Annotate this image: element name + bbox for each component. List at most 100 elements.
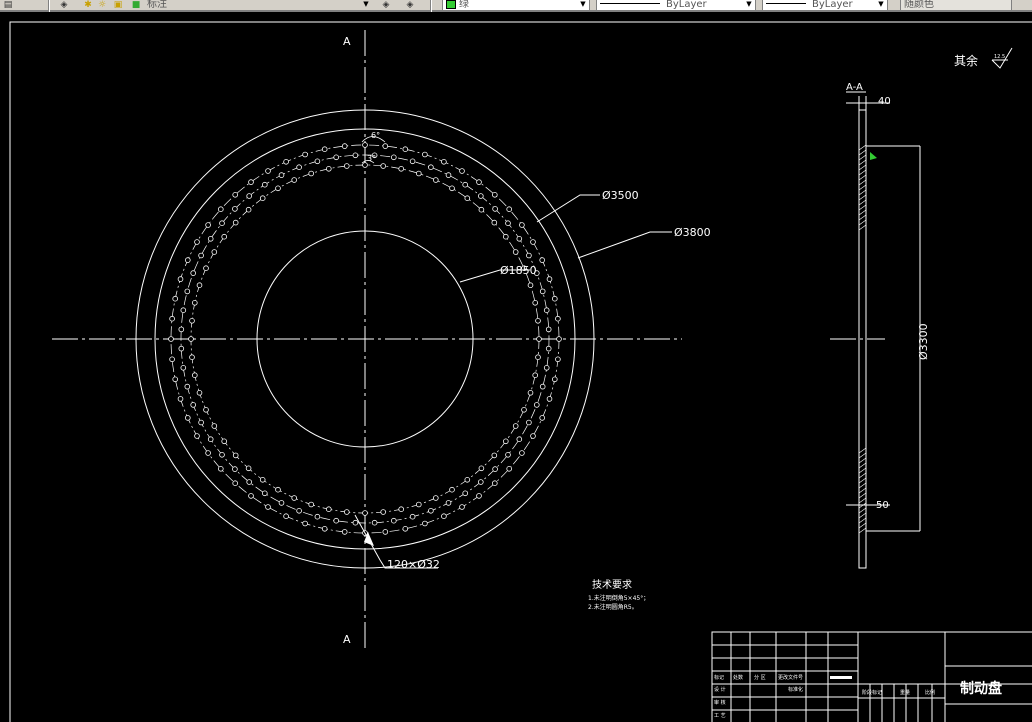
bolt-hole xyxy=(168,336,174,342)
lock-icon[interactable]: ▣ xyxy=(112,0,124,10)
plotstyle-value: 随颜色 xyxy=(904,0,934,10)
bolt-hole xyxy=(198,252,204,259)
bolt-hole xyxy=(172,295,179,302)
bolt-hole xyxy=(409,513,416,520)
dim-d1850: Ø1850 xyxy=(500,264,537,277)
bolt-hole xyxy=(198,419,204,426)
bolt-hole xyxy=(196,282,203,289)
layer-name: 标注 xyxy=(147,0,167,10)
color-name: 绿 xyxy=(459,0,469,10)
bolt-hole xyxy=(221,233,228,240)
bolt-hole xyxy=(283,159,289,165)
bolt-hole xyxy=(539,383,546,390)
bolt-hole xyxy=(441,159,447,165)
bolt-hole xyxy=(325,506,332,513)
bolt-hole xyxy=(308,170,315,177)
make-current-layer-icon[interactable]: ◈ xyxy=(380,0,392,10)
toolbar-separator xyxy=(48,0,50,12)
bolt-hole xyxy=(352,152,359,159)
bolt-hole xyxy=(428,507,434,514)
tb-label: 更改文件号 xyxy=(778,674,803,681)
bolt-hole xyxy=(526,252,532,259)
bolt-hole xyxy=(218,465,224,472)
bolt-hole xyxy=(415,501,422,508)
bolt-hole xyxy=(232,206,238,212)
bolt-hole xyxy=(432,495,439,501)
bolt-hole xyxy=(530,433,536,439)
lineweight-value: ByLayer xyxy=(812,0,853,10)
bolt-hole xyxy=(308,501,315,508)
bulb-icon[interactable]: ✱ xyxy=(82,0,94,10)
bolt-hole xyxy=(278,500,285,506)
bolt-hole xyxy=(505,220,511,227)
bolt-hole xyxy=(259,476,266,483)
sun-icon[interactable]: ☼ xyxy=(96,0,108,10)
bolt-hole xyxy=(535,317,541,324)
bolt-hole xyxy=(192,299,198,306)
drawing-canvas[interactable]: A A 6° 3° Ø3500 Ø3800 Ø1850 120×Ø32 A-A … xyxy=(0,14,1032,722)
bolt-hole xyxy=(211,249,218,255)
bolt-hole xyxy=(402,525,409,532)
color-square-icon: ■ xyxy=(131,0,141,10)
bolt-hole xyxy=(390,517,397,524)
bolt-hole xyxy=(382,143,389,149)
bolt-hole xyxy=(464,195,471,202)
chevron-down-icon: ▼ xyxy=(746,0,752,8)
bolt-hole xyxy=(245,206,252,213)
bolt-hole xyxy=(422,151,428,158)
bolt-hole xyxy=(362,142,368,148)
tb-label: 工 艺 xyxy=(714,713,726,719)
lineweight-dropdown[interactable]: ByLayer ▼ xyxy=(762,0,888,11)
bolt-hole xyxy=(492,206,498,212)
bolt-hole xyxy=(380,163,387,169)
roughness-value: 12.5 xyxy=(994,54,1005,60)
bolt-hole xyxy=(196,389,203,396)
bolt-hole xyxy=(445,500,452,506)
bolt-hole xyxy=(409,158,416,165)
bolt-hole xyxy=(190,402,197,408)
bolt-hole xyxy=(232,219,239,226)
color-dropdown[interactable]: 绿 ▼ xyxy=(442,0,590,11)
bolt-hole xyxy=(464,476,471,483)
tb-label: 审 核 xyxy=(714,699,726,706)
bolt-hole xyxy=(352,519,359,526)
bolt-hole xyxy=(189,354,195,361)
layer-dropdown[interactable]: 标注 ▼ xyxy=(144,0,372,11)
bolt-hole xyxy=(536,336,542,342)
bolt-hole xyxy=(492,466,498,472)
layers-icon[interactable]: ◈ xyxy=(58,0,70,10)
bolt-hole xyxy=(545,326,552,333)
lineweight-preview xyxy=(766,3,806,4)
tech-title: 技术要求 xyxy=(592,578,632,591)
bolt-hole xyxy=(449,486,455,493)
bolt-hole xyxy=(516,436,523,443)
dim-d3500: Ø3500 xyxy=(602,189,639,202)
bolt-hole xyxy=(445,172,452,178)
tech-note-1: 1.未注明倒角5×45°； xyxy=(588,594,649,602)
section-mark-bottom: A xyxy=(343,633,351,646)
bolt-hole xyxy=(185,415,191,421)
linetype-preview xyxy=(600,3,660,4)
layer-previous-icon[interactable]: ◈ xyxy=(404,0,416,10)
layer-manager-icon[interactable]: ▤ xyxy=(2,0,14,10)
bolt-hole xyxy=(362,510,368,516)
bolt-hole xyxy=(519,222,525,228)
bolt-hole xyxy=(321,146,328,153)
bolt-hole xyxy=(546,276,553,282)
plotstyle-dropdown[interactable]: 随颜色 xyxy=(900,0,1012,11)
bolt-hole xyxy=(178,326,185,333)
bolt-hole xyxy=(275,486,281,493)
roughness-label: 其余 xyxy=(954,53,978,68)
bolt-hole xyxy=(177,396,184,402)
bolt-hole xyxy=(205,450,211,456)
bolt-hole xyxy=(543,307,550,314)
bolt-hole xyxy=(259,195,266,202)
linetype-dropdown[interactable]: ByLayer ▼ xyxy=(596,0,756,11)
bolt-hole xyxy=(428,164,434,171)
bolt-hole xyxy=(422,520,428,527)
bolt-hole xyxy=(532,372,538,379)
bolt-hole xyxy=(203,265,209,272)
bolt-hole xyxy=(516,236,523,242)
bolt-hole xyxy=(211,423,218,429)
bolt-hole xyxy=(543,364,550,371)
